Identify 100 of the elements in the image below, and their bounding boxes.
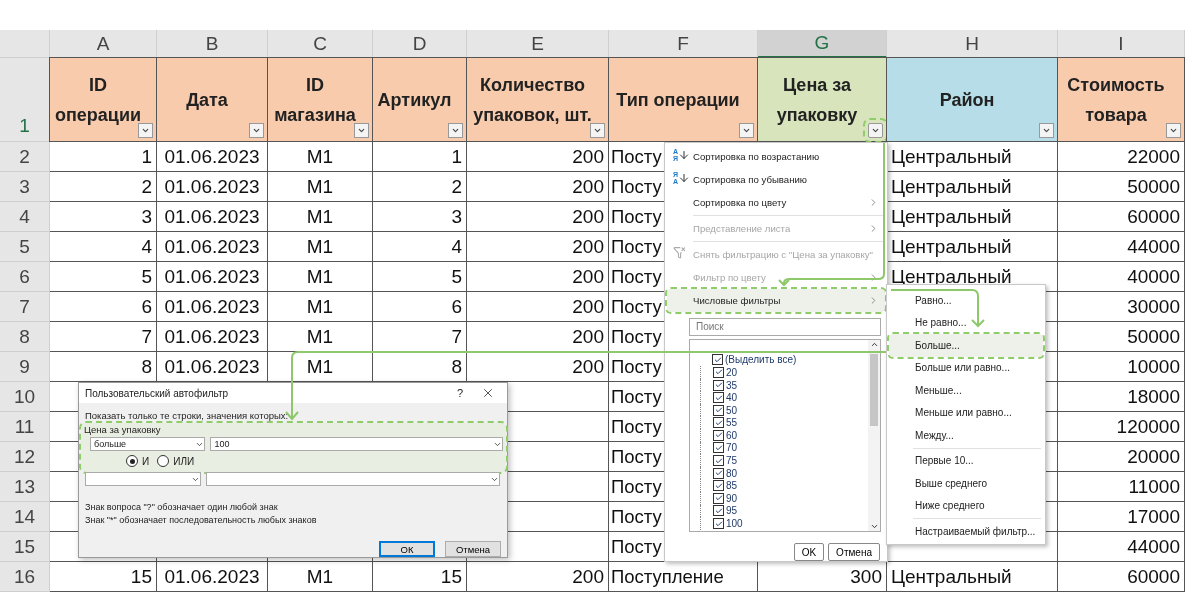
row-number[interactable]: 7 bbox=[0, 292, 50, 322]
column-header[interactable]: H bbox=[887, 30, 1058, 58]
table-cell: 40000 bbox=[1058, 262, 1185, 292]
column-header[interactable]: E bbox=[467, 30, 609, 58]
row-number[interactable]: 13 bbox=[0, 472, 50, 502]
row-number[interactable]: 4 bbox=[0, 202, 50, 232]
row-number[interactable]: 16 bbox=[0, 562, 50, 592]
column-header[interactable]: B bbox=[157, 30, 268, 58]
value-label[interactable]: 95 bbox=[726, 505, 738, 517]
ok-button[interactable]: OK bbox=[793, 543, 825, 561]
cancel-button[interactable]: Отмена bbox=[445, 541, 501, 557]
cancel-button[interactable]: Отмена bbox=[828, 543, 880, 561]
hint-text: Знак вопроса "?" обозначает один любой знак bbox=[85, 502, 279, 512]
value-label[interactable]: 20 bbox=[726, 366, 738, 378]
column-header[interactable]: I bbox=[1058, 30, 1185, 58]
row-number[interactable]: 11 bbox=[0, 412, 50, 442]
checkbox[interactable] bbox=[713, 366, 724, 378]
checkbox[interactable] bbox=[713, 518, 724, 530]
row-number[interactable]: 15 bbox=[0, 532, 50, 562]
menu-item[interactable]: Первые 10... bbox=[889, 449, 1043, 472]
table-cell: 200 bbox=[467, 232, 609, 262]
checkbox[interactable] bbox=[713, 480, 724, 492]
filter-dropdown-button[interactable] bbox=[448, 123, 463, 138]
menu-item[interactable]: Между... bbox=[889, 424, 1043, 447]
value-label[interactable]: 100 bbox=[726, 518, 743, 530]
row-number[interactable]: 12 bbox=[0, 442, 50, 472]
logic-radio[interactable]: ИЛИ bbox=[157, 455, 195, 467]
checkbox[interactable] bbox=[713, 429, 724, 441]
table-cell: 01.06.2023 bbox=[157, 322, 268, 352]
search-field[interactable]: Поиск bbox=[689, 317, 881, 336]
menu-item[interactable]: Выше среднего bbox=[889, 472, 1043, 495]
filter-dropdown-button[interactable] bbox=[249, 123, 264, 138]
filter-dropdown-button[interactable] bbox=[1166, 123, 1181, 138]
menu-item[interactable]: Настраиваемый фильтр... bbox=[889, 520, 1043, 543]
checkbox[interactable] bbox=[713, 492, 724, 504]
table-cell: M1 bbox=[268, 232, 373, 262]
row-number[interactable]: 14 bbox=[0, 502, 50, 532]
menu-item[interactable]: Меньше... bbox=[889, 379, 1043, 402]
checkbox[interactable] bbox=[713, 392, 724, 404]
scroll-down-icon[interactable] bbox=[869, 522, 879, 531]
menu-item[interactable]: Больше или равно... bbox=[889, 356, 1043, 379]
menu-item[interactable]: Числовые фильтры bbox=[667, 288, 885, 312]
filter-dropdown-button[interactable] bbox=[739, 123, 754, 138]
row-number[interactable]: 3 bbox=[0, 172, 50, 202]
checkbox[interactable] bbox=[712, 354, 723, 366]
header-label: ID операции bbox=[54, 73, 142, 127]
column-header[interactable]: C bbox=[268, 30, 373, 58]
checkbox[interactable] bbox=[713, 505, 724, 517]
checkbox[interactable] bbox=[713, 404, 724, 416]
column-header[interactable]: A bbox=[50, 30, 157, 58]
column-header[interactable]: G bbox=[758, 30, 887, 58]
help-button[interactable]: ? bbox=[445, 387, 475, 399]
checkbox[interactable] bbox=[713, 379, 724, 391]
menu-item[interactable]: Равно... bbox=[889, 289, 1043, 312]
checkbox[interactable] bbox=[713, 467, 724, 479]
row-number[interactable]: 6 bbox=[0, 262, 50, 292]
table-cell: 60000 bbox=[1058, 202, 1185, 232]
menu-item[interactable]: Меньше или равно... bbox=[889, 401, 1043, 424]
value-label[interactable]: 90 bbox=[726, 492, 738, 504]
table-cell: 3 bbox=[50, 202, 157, 232]
menu-item[interactable]: Не равно... bbox=[889, 311, 1043, 334]
column-header[interactable]: D bbox=[373, 30, 467, 58]
filter-dropdown-button[interactable] bbox=[590, 123, 605, 138]
radio-label[interactable]: ИЛИ bbox=[173, 455, 195, 467]
operator-dropdown[interactable]: больше bbox=[90, 437, 206, 451]
table-cell: 7 bbox=[373, 322, 467, 352]
row-number[interactable]: 8 bbox=[0, 322, 50, 352]
table-cell: 30000 bbox=[1058, 292, 1185, 322]
row-number[interactable]: 9 bbox=[0, 352, 50, 382]
menu-item[interactable]: Больше... bbox=[889, 334, 1043, 357]
row-number[interactable]: 1 bbox=[0, 58, 50, 142]
table-cell: 200 bbox=[467, 262, 609, 292]
radio-dot[interactable] bbox=[157, 455, 170, 467]
column-header[interactable]: F bbox=[609, 30, 758, 58]
row-number[interactable]: 2 bbox=[0, 142, 50, 172]
logic-radio[interactable]: И bbox=[126, 455, 150, 467]
header-label: ID магазина bbox=[273, 73, 357, 127]
checkbox[interactable] bbox=[713, 455, 724, 467]
radio-dot[interactable] bbox=[126, 455, 138, 467]
filter-dropdown-button[interactable] bbox=[354, 123, 369, 138]
radio-label[interactable]: И bbox=[142, 455, 150, 467]
row-number[interactable]: 5 bbox=[0, 232, 50, 262]
value-label[interactable]: 55 bbox=[726, 417, 738, 429]
filter-dropdown-button[interactable] bbox=[1039, 123, 1054, 138]
value-label[interactable]: 70 bbox=[726, 442, 738, 454]
value-field[interactable] bbox=[206, 472, 500, 486]
checkbox[interactable] bbox=[713, 417, 724, 429]
filter-dropdown-button[interactable] bbox=[138, 123, 153, 138]
ok-button[interactable]: ОК bbox=[379, 541, 435, 557]
close-icon[interactable] bbox=[481, 386, 495, 400]
value-field[interactable]: 100 bbox=[210, 437, 503, 451]
value-label[interactable]: 60 bbox=[726, 429, 738, 441]
value-label[interactable]: 75 bbox=[726, 455, 738, 467]
value-label[interactable]: 40 bbox=[726, 392, 738, 404]
menu-item[interactable]: Ниже среднего bbox=[889, 494, 1043, 517]
checkbox[interactable] bbox=[713, 442, 724, 454]
value-label[interactable]: 85 bbox=[726, 480, 738, 492]
scrollbar[interactable] bbox=[868, 339, 880, 531]
row-number[interactable]: 10 bbox=[0, 382, 50, 412]
value-label[interactable]: 35 bbox=[726, 379, 738, 391]
